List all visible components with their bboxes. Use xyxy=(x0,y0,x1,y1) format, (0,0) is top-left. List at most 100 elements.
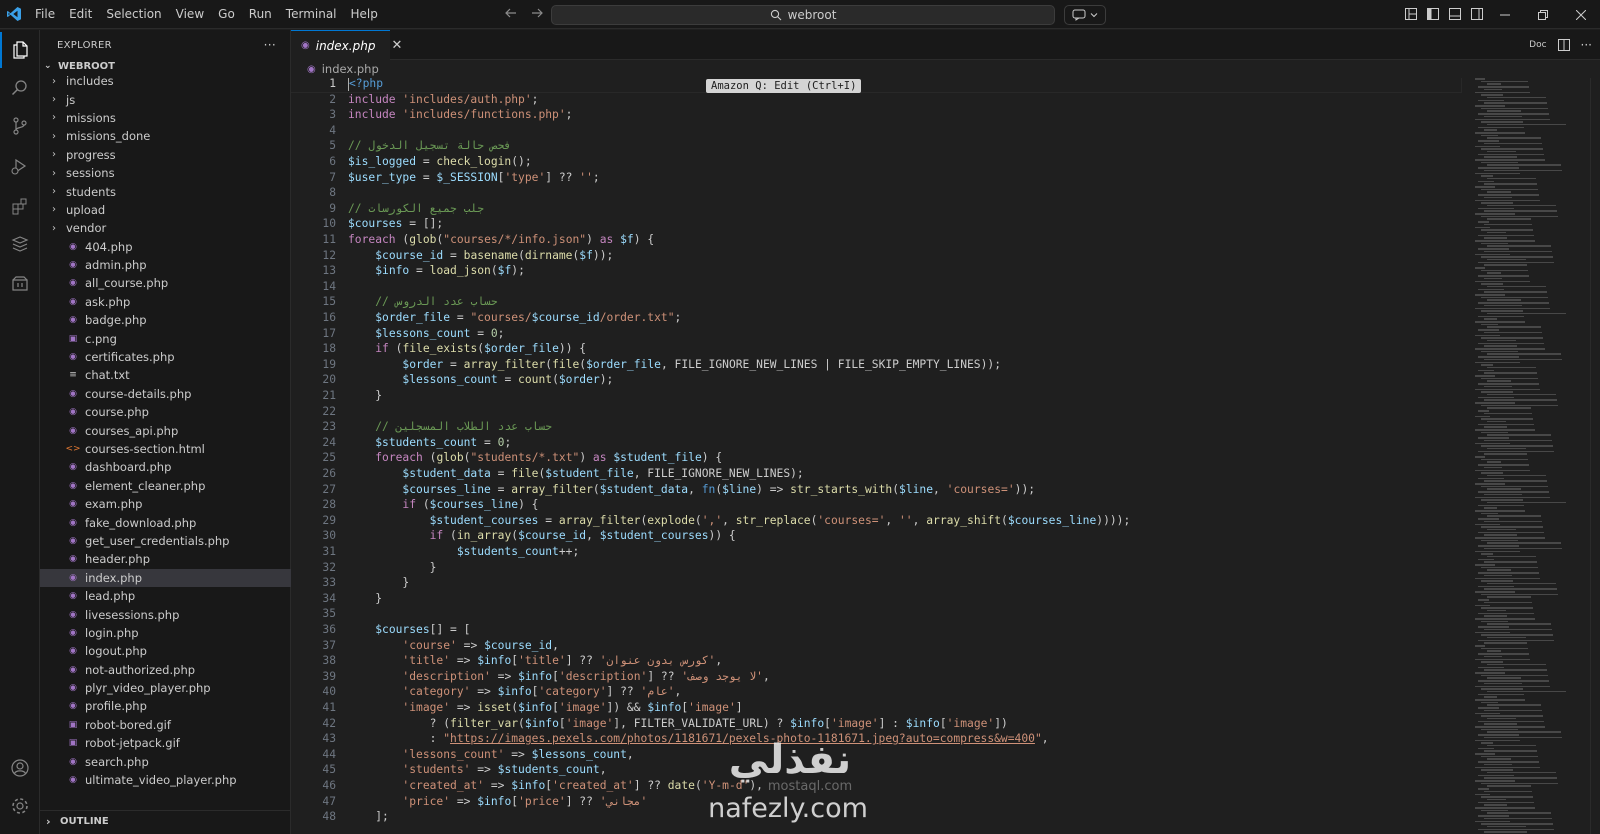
folder-item[interactable]: › js xyxy=(40,90,291,108)
file-item[interactable]: ◉ not-authorized.php xyxy=(40,661,291,679)
menu-go[interactable]: Go xyxy=(211,0,242,29)
code-line[interactable]: 36 $courses[] = [ xyxy=(291,622,1461,638)
code-line[interactable]: 33 } xyxy=(291,575,1461,591)
folder-item[interactable]: › missions_done xyxy=(40,127,291,145)
explorer-icon[interactable] xyxy=(0,32,40,68)
code-line[interactable]: 35 xyxy=(291,606,1461,622)
file-item[interactable]: ◉ 404.php xyxy=(40,238,291,256)
file-item[interactable]: ◉ ultimate_video_player.php xyxy=(40,771,291,789)
file-item[interactable]: ◉ profile.php xyxy=(40,697,291,715)
code-line[interactable]: 23 // حساب عدد الطلاب المسجلين xyxy=(291,419,1461,435)
code-line[interactable]: 31 $students_count++; xyxy=(291,544,1461,560)
close-window-button[interactable] xyxy=(1562,0,1600,29)
code-line[interactable]: 13 $info = load_json($f); xyxy=(291,263,1461,279)
code-line[interactable]: 27 $courses_line = array_filter($student… xyxy=(291,482,1461,498)
folder-item[interactable]: › includes xyxy=(40,72,291,90)
code-line[interactable]: 20 $lessons_count = count($order); xyxy=(291,372,1461,388)
amazon-q-hint[interactable]: Amazon Q: Edit (Ctrl+I) xyxy=(706,79,862,93)
file-item[interactable]: ◉ livesessions.php xyxy=(40,605,291,623)
code-line[interactable]: 5 // فحص حالة تسجيل الدخول xyxy=(291,138,1461,154)
doc-action[interactable]: Doc xyxy=(1529,40,1546,50)
file-item[interactable]: ◉ ask.php xyxy=(40,293,291,311)
code-line[interactable]: 14 xyxy=(291,279,1461,295)
file-item[interactable]: ◉ element_cleaner.php xyxy=(40,477,291,495)
close-tab-icon[interactable]: ✕ xyxy=(391,38,402,53)
file-item[interactable]: ◉ course.php xyxy=(40,403,291,421)
file-item[interactable]: ◉ fake_download.php xyxy=(40,513,291,531)
folder-item[interactable]: › vendor xyxy=(40,219,291,237)
code-line[interactable]: 34 } xyxy=(291,591,1461,607)
file-item[interactable]: ◉ header.php xyxy=(40,550,291,568)
minimap[interactable] xyxy=(1467,78,1577,834)
run-debug-icon[interactable] xyxy=(0,148,40,184)
account-icon[interactable] xyxy=(0,750,40,786)
code-line[interactable]: 29 $student_courses = array_filter(explo… xyxy=(291,513,1461,529)
code-editor[interactable]: 1 <?php 2 include 'includes/auth.php'; 3 incl… xyxy=(291,78,1600,834)
code-line[interactable]: 40 'category' => $info['category'] ?? 'ع… xyxy=(291,684,1461,700)
search-view-icon[interactable] xyxy=(0,70,40,106)
settings-gear-icon[interactable] xyxy=(0,788,40,824)
menu-edit[interactable]: Edit xyxy=(62,0,99,29)
source-control-icon[interactable] xyxy=(0,108,40,144)
breadcrumb-file[interactable]: index.php xyxy=(322,62,379,76)
restore-button[interactable] xyxy=(1524,0,1562,29)
file-item[interactable]: ◉ courses_api.php xyxy=(40,421,291,439)
code-line[interactable]: 11 foreach (glob("courses/*/info.json") a… xyxy=(291,232,1461,248)
menu-terminal[interactable]: Terminal xyxy=(279,0,344,29)
file-item[interactable]: ◉ course-details.php xyxy=(40,385,291,403)
split-editor-icon[interactable] xyxy=(1557,38,1571,52)
folder-item[interactable]: › progress xyxy=(40,146,291,164)
folder-item[interactable]: › missions xyxy=(40,109,291,127)
file-item[interactable]: ▣ robot-jetpack.gif xyxy=(40,734,291,752)
folder-item[interactable]: › upload xyxy=(40,201,291,219)
menu-help[interactable]: Help xyxy=(344,0,385,29)
toggle-secondary-sidebar-icon[interactable] xyxy=(1470,7,1484,21)
folder-item[interactable]: › students xyxy=(40,182,291,200)
back-arrow-icon[interactable] xyxy=(504,6,518,20)
code-line[interactable]: 30 if (in_array($course_id, $student_cou… xyxy=(291,528,1461,544)
menu-file[interactable]: File xyxy=(28,0,62,29)
copilot-button[interactable] xyxy=(1064,5,1106,25)
file-item[interactable]: ◉ lead.php xyxy=(40,587,291,605)
code-line[interactable]: 19 $order = array_filter(file($order_fil… xyxy=(291,357,1461,373)
code-line[interactable]: 8 xyxy=(291,185,1461,201)
file-item[interactable]: <> courses-section.html xyxy=(40,440,291,458)
code-line[interactable]: 18 if (file_exists($order_file)) { xyxy=(291,341,1461,357)
file-item[interactable]: ◉ index.php xyxy=(40,568,291,587)
code-line[interactable]: 22 xyxy=(291,404,1461,420)
customize-layout-icon[interactable] xyxy=(1404,7,1418,21)
code-line[interactable]: 2 include 'includes/auth.php'; xyxy=(291,92,1461,108)
menu-selection[interactable]: Selection xyxy=(99,0,168,29)
file-item[interactable]: ◉ search.php xyxy=(40,752,291,770)
forward-arrow-icon[interactable] xyxy=(530,6,544,20)
packages-icon[interactable] xyxy=(0,266,40,302)
database-icon[interactable] xyxy=(0,226,40,262)
explorer-more-actions[interactable]: ··· xyxy=(264,38,276,52)
file-item[interactable]: ◉ certificates.php xyxy=(40,348,291,366)
code-line[interactable]: 7 $user_type = $_SESSION['type'] ?? ''; xyxy=(291,170,1461,186)
code-line[interactable]: 17 $lessons_count = 0; xyxy=(291,326,1461,342)
extensions-icon[interactable] xyxy=(0,188,40,224)
menu-view[interactable]: View xyxy=(169,0,211,29)
file-item[interactable]: ▣ robot-bored.gif xyxy=(40,716,291,734)
file-item[interactable]: ◉ exam.php xyxy=(40,495,291,513)
toggle-panel-icon[interactable] xyxy=(1448,7,1462,21)
code-line[interactable]: 41 'image' => isset($info['image']) && $… xyxy=(291,700,1461,716)
code-line[interactable]: 25 foreach (glob("students/*.txt") as $s… xyxy=(291,450,1461,466)
outline-section[interactable]: › OUTLINE xyxy=(40,810,291,832)
code-line[interactable]: 15 // حساب عدد الدروس xyxy=(291,294,1461,310)
code-line[interactable]: 42 ? (filter_var($info['image'], FILTER_… xyxy=(291,716,1461,732)
code-line[interactable]: 1 <?php xyxy=(291,78,1462,93)
file-item[interactable]: ◉ get_user_credentials.php xyxy=(40,532,291,550)
code-line[interactable]: 28 if ($courses_line) { xyxy=(291,497,1461,513)
file-item[interactable]: ≡ chat.txt xyxy=(40,366,291,384)
code-line[interactable]: 10 $courses = []; xyxy=(291,216,1461,232)
code-line[interactable]: 9 // جلب جميع الكورسات xyxy=(291,201,1461,217)
code-line[interactable]: 39 'description' => $info['description']… xyxy=(291,669,1461,685)
file-item[interactable]: ◉ badge.php xyxy=(40,311,291,329)
command-center-search[interactable]: webroot xyxy=(551,5,1055,25)
more-actions-icon[interactable]: ··· xyxy=(1581,38,1592,52)
code-line[interactable]: 38 'title' => $info['title'] ?? 'كورس بد… xyxy=(291,653,1461,669)
folder-item[interactable]: › sessions xyxy=(40,164,291,182)
minimize-button[interactable] xyxy=(1486,0,1524,29)
